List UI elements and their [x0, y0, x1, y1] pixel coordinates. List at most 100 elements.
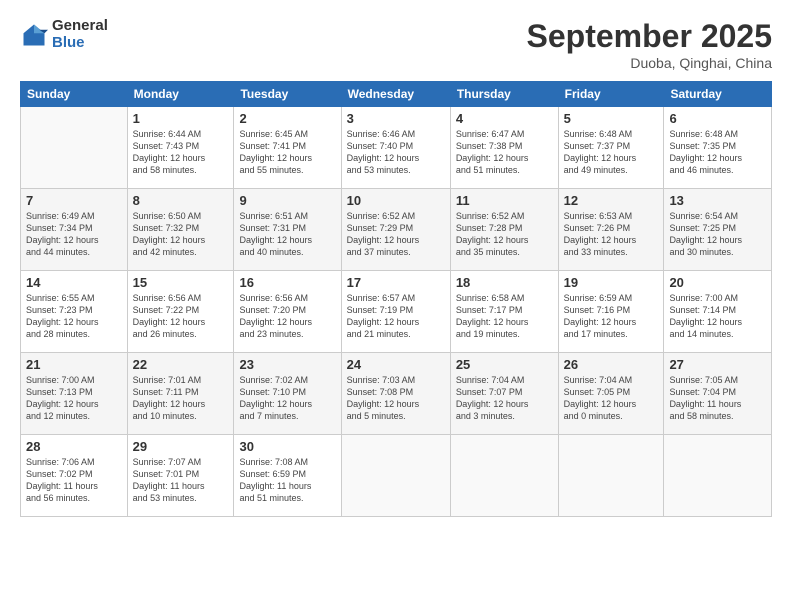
day-info: Sunrise: 7:05 AM Sunset: 7:04 PM Dayligh…	[669, 374, 766, 423]
day-info: Sunrise: 7:00 AM Sunset: 7:14 PM Dayligh…	[669, 292, 766, 341]
day-info: Sunrise: 6:52 AM Sunset: 7:28 PM Dayligh…	[456, 210, 553, 259]
calendar-cell: 10 Sunrise: 6:52 AM Sunset: 7:29 PM Dayli…	[341, 189, 450, 271]
calendar-week-row: 14Sunrise: 6:55 AM Sunset: 7:23 PM Dayli…	[21, 271, 772, 353]
day-info: Sunrise: 6:59 AM Sunset: 7:16 PM Dayligh…	[564, 292, 659, 341]
location-subtitle: Duoba, Qinghai, China	[527, 55, 772, 71]
day-number: 1	[133, 111, 229, 126]
calendar-cell: 4 Sunrise: 6:47 AM Sunset: 7:38 PM Daylig…	[450, 107, 558, 189]
calendar-table: SundayMondayTuesdayWednesdayThursdayFrid…	[20, 81, 772, 517]
day-number: 20	[669, 275, 766, 290]
weekday-header: Sunday	[21, 82, 128, 107]
day-info: Sunrise: 6:52 AM Sunset: 7:29 PM Dayligh…	[347, 210, 445, 259]
calendar-cell: 29Sunrise: 7:07 AM Sunset: 7:01 PM Dayli…	[127, 435, 234, 517]
day-info: Sunrise: 6:50 AM Sunset: 7:32 PM Dayligh…	[133, 210, 229, 259]
calendar-page: General Blue September 2025 Duoba, Qingh…	[0, 0, 792, 612]
calendar-cell: 3 Sunrise: 6:46 AM Sunset: 7:40 PM Daylig…	[341, 107, 450, 189]
calendar-cell: 30 Sunrise: 7:08 AM Sunset: 6:59 PM Dayli…	[234, 435, 341, 517]
calendar-cell: 26Sunrise: 7:04 AM Sunset: 7:05 PM Dayli…	[558, 353, 664, 435]
calendar-week-row: 7Sunrise: 6:49 AM Sunset: 7:34 PM Daylig…	[21, 189, 772, 271]
day-number: 24	[347, 357, 445, 372]
day-number: 30	[239, 439, 335, 454]
calendar-cell	[558, 435, 664, 517]
calendar-cell	[21, 107, 128, 189]
day-number: 21	[26, 357, 122, 372]
calendar-cell	[450, 435, 558, 517]
day-info: Sunrise: 7:08 AM Sunset: 6:59 PM Dayligh…	[239, 456, 335, 505]
day-number: 5	[564, 111, 659, 126]
weekday-header: Thursday	[450, 82, 558, 107]
day-info: Sunrise: 6:53 AM Sunset: 7:26 PM Dayligh…	[564, 210, 659, 259]
day-number: 17	[347, 275, 445, 290]
day-info: Sunrise: 7:00 AM Sunset: 7:13 PM Dayligh…	[26, 374, 122, 423]
day-number: 22	[133, 357, 229, 372]
calendar-cell: 28Sunrise: 7:06 AM Sunset: 7:02 PM Dayli…	[21, 435, 128, 517]
day-number: 10	[347, 193, 445, 208]
day-info: Sunrise: 6:56 AM Sunset: 7:20 PM Dayligh…	[239, 292, 335, 341]
calendar-cell: 21 Sunrise: 7:00 AM Sunset: 7:13 PM Dayli…	[21, 353, 128, 435]
day-info: Sunrise: 6:51 AM Sunset: 7:31 PM Dayligh…	[239, 210, 335, 259]
calendar-cell: 12 Sunrise: 6:53 AM Sunset: 7:26 PM Dayli…	[558, 189, 664, 271]
day-info: Sunrise: 7:01 AM Sunset: 7:11 PM Dayligh…	[133, 374, 229, 423]
calendar-cell: 8Sunrise: 6:50 AM Sunset: 7:32 PM Daylig…	[127, 189, 234, 271]
calendar-cell: 20 Sunrise: 7:00 AM Sunset: 7:14 PM Dayli…	[664, 271, 772, 353]
day-number: 6	[669, 111, 766, 126]
day-info: Sunrise: 6:57 AM Sunset: 7:19 PM Dayligh…	[347, 292, 445, 341]
day-info: Sunrise: 7:07 AM Sunset: 7:01 PM Dayligh…	[133, 456, 229, 505]
day-number: 14	[26, 275, 122, 290]
day-info: Sunrise: 6:49 AM Sunset: 7:34 PM Dayligh…	[26, 210, 122, 259]
calendar-cell: 22 Sunrise: 7:01 AM Sunset: 7:11 PM Dayli…	[127, 353, 234, 435]
day-number: 11	[456, 193, 553, 208]
day-info: Sunrise: 6:47 AM Sunset: 7:38 PM Dayligh…	[456, 128, 553, 177]
day-info: Sunrise: 6:48 AM Sunset: 7:35 PM Dayligh…	[669, 128, 766, 177]
calendar-week-row: 28Sunrise: 7:06 AM Sunset: 7:02 PM Dayli…	[21, 435, 772, 517]
day-number: 12	[564, 193, 659, 208]
calendar-cell: 18 Sunrise: 6:58 AM Sunset: 7:17 PM Dayli…	[450, 271, 558, 353]
calendar-cell: 23 Sunrise: 7:02 AM Sunset: 7:10 PM Dayli…	[234, 353, 341, 435]
page-header: General Blue September 2025 Duoba, Qingh…	[20, 18, 772, 71]
calendar-cell: 16 Sunrise: 6:56 AM Sunset: 7:20 PM Dayli…	[234, 271, 341, 353]
logo-text: General Blue	[52, 18, 108, 51]
day-number: 9	[239, 193, 335, 208]
day-number: 19	[564, 275, 659, 290]
day-number: 4	[456, 111, 553, 126]
calendar-cell: 24 Sunrise: 7:03 AM Sunset: 7:08 PM Dayli…	[341, 353, 450, 435]
day-number: 26	[564, 357, 659, 372]
day-info: Sunrise: 6:48 AM Sunset: 7:37 PM Dayligh…	[564, 128, 659, 177]
weekday-header: Wednesday	[341, 82, 450, 107]
calendar-cell: 6 Sunrise: 6:48 AM Sunset: 7:35 PM Daylig…	[664, 107, 772, 189]
day-number: 23	[239, 357, 335, 372]
day-number: 13	[669, 193, 766, 208]
day-number: 18	[456, 275, 553, 290]
calendar-cell: 15Sunrise: 6:56 AM Sunset: 7:22 PM Dayli…	[127, 271, 234, 353]
calendar-cell: 2Sunrise: 6:45 AM Sunset: 7:41 PM Daylig…	[234, 107, 341, 189]
calendar-cell	[664, 435, 772, 517]
day-info: Sunrise: 6:46 AM Sunset: 7:40 PM Dayligh…	[347, 128, 445, 177]
calendar-cell: 14Sunrise: 6:55 AM Sunset: 7:23 PM Dayli…	[21, 271, 128, 353]
day-info: Sunrise: 7:04 AM Sunset: 7:07 PM Dayligh…	[456, 374, 553, 423]
day-number: 25	[456, 357, 553, 372]
calendar-week-row: 1 Sunrise: 6:44 AM Sunset: 7:43 PM Daylig…	[21, 107, 772, 189]
day-number: 27	[669, 357, 766, 372]
calendar-week-row: 21 Sunrise: 7:00 AM Sunset: 7:13 PM Dayli…	[21, 353, 772, 435]
day-number: 16	[239, 275, 335, 290]
calendar-cell: 9 Sunrise: 6:51 AM Sunset: 7:31 PM Daylig…	[234, 189, 341, 271]
day-info: Sunrise: 6:45 AM Sunset: 7:41 PM Dayligh…	[239, 128, 335, 177]
logo-general: General	[52, 18, 108, 35]
calendar-cell: 19 Sunrise: 6:59 AM Sunset: 7:16 PM Dayli…	[558, 271, 664, 353]
day-number: 3	[347, 111, 445, 126]
logo: General Blue	[20, 18, 108, 51]
calendar-cell: 5 Sunrise: 6:48 AM Sunset: 7:37 PM Daylig…	[558, 107, 664, 189]
calendar-cell	[341, 435, 450, 517]
calendar-cell: 7Sunrise: 6:49 AM Sunset: 7:34 PM Daylig…	[21, 189, 128, 271]
day-info: Sunrise: 6:56 AM Sunset: 7:22 PM Dayligh…	[133, 292, 229, 341]
calendar-cell: 1 Sunrise: 6:44 AM Sunset: 7:43 PM Daylig…	[127, 107, 234, 189]
calendar-cell: 13Sunrise: 6:54 AM Sunset: 7:25 PM Dayli…	[664, 189, 772, 271]
day-info: Sunrise: 6:44 AM Sunset: 7:43 PM Dayligh…	[133, 128, 229, 177]
logo-blue: Blue	[52, 35, 108, 52]
day-info: Sunrise: 7:02 AM Sunset: 7:10 PM Dayligh…	[239, 374, 335, 423]
month-title: September 2025	[527, 18, 772, 55]
calendar-cell: 27 Sunrise: 7:05 AM Sunset: 7:04 PM Dayli…	[664, 353, 772, 435]
calendar-cell: 25 Sunrise: 7:04 AM Sunset: 7:07 PM Dayli…	[450, 353, 558, 435]
day-info: Sunrise: 7:03 AM Sunset: 7:08 PM Dayligh…	[347, 374, 445, 423]
day-info: Sunrise: 6:58 AM Sunset: 7:17 PM Dayligh…	[456, 292, 553, 341]
